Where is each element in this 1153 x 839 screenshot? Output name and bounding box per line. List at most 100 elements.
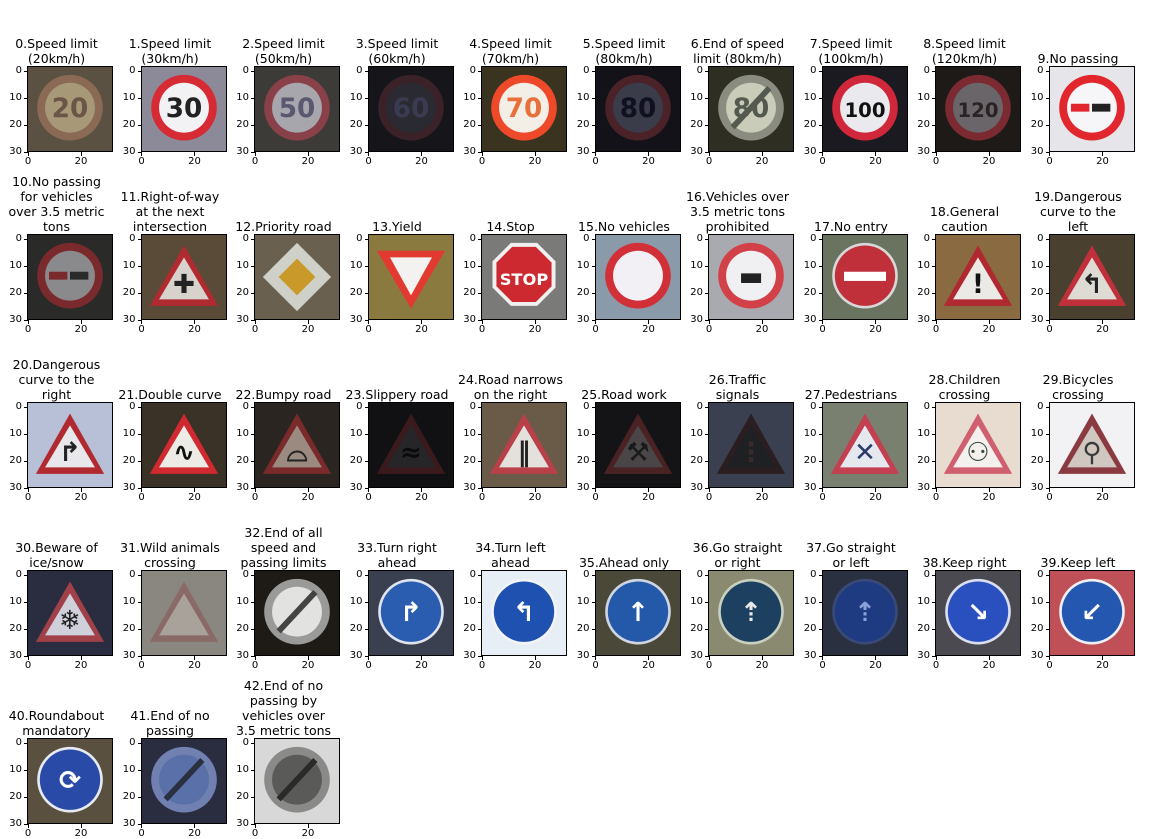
- svg-text:⇡: ⇡: [854, 598, 876, 628]
- panel-title: 2.Speed limit (50km/h): [242, 36, 325, 66]
- svg-text:!: !: [972, 270, 984, 300]
- sign-panel: 27.Pedestrians ✕ 0 10 20 30 0 20: [795, 336, 908, 503]
- y-tick-label: 30: [570, 147, 596, 157]
- panel-title: 4.Speed limit (70km/h): [469, 36, 552, 66]
- turn-right-ahead-sign-icon: ↱: [368, 571, 453, 655]
- x-tick-label: 0: [132, 656, 152, 671]
- x-tick-label: 20: [185, 152, 205, 167]
- y-tick-label: 10: [2, 597, 28, 607]
- y-tick-label: 10: [2, 93, 28, 103]
- x-tick-label: 0: [245, 152, 265, 167]
- y-tick-label: 10: [343, 93, 369, 103]
- x-tick-label: 20: [866, 488, 886, 503]
- no-passing-sign-icon: [1049, 67, 1134, 151]
- svg-text:▬: ▬: [739, 262, 764, 292]
- road-narrows-right-sign-icon: ‖: [482, 403, 566, 487]
- image-axes: ▬: [708, 234, 794, 320]
- y-tick-label: 30: [116, 483, 142, 493]
- sign-panel: 31.Wild animals crossing 0 10 20 30 0 20: [114, 504, 227, 671]
- y-tick-label: 0: [683, 402, 709, 412]
- x-tick-label: 0: [1040, 488, 1060, 503]
- y-tick-label: 20: [229, 288, 255, 298]
- y-tick-label: 0: [797, 402, 823, 412]
- x-tick-label: 0: [132, 152, 152, 167]
- y-tick-label: 20: [1024, 456, 1050, 466]
- image-axes: ↘: [935, 570, 1021, 656]
- y-tick-label: 30: [1024, 651, 1050, 661]
- x-tick-label: 20: [71, 152, 91, 167]
- x-tick-label: 20: [525, 320, 545, 335]
- svg-text:∿: ∿: [173, 438, 195, 468]
- y-tick-label: 0: [797, 570, 823, 580]
- end-speed-limit-80-sign-icon: 80: [709, 67, 793, 151]
- ahead-only-sign-icon: ↑: [595, 571, 680, 655]
- y-tick-label: 30: [229, 147, 255, 157]
- svg-text:↱: ↱: [59, 438, 81, 468]
- sign-panel: 35.Ahead only ↑ 0 10 20 30 0 20: [568, 504, 681, 671]
- sign-panel: 24.Road narrows on the right ‖ 0 10 20 30 0 20: [454, 336, 567, 503]
- straight-or-left-sign-icon: ⇡: [822, 571, 907, 655]
- x-tick-label: 0: [699, 320, 719, 335]
- sign-panel: 41.End of no passing 0 10 20 30 0 20: [114, 672, 227, 839]
- panel-title: 8.Speed limit (120km/h): [923, 36, 1006, 66]
- x-tick-label: 0: [472, 320, 492, 335]
- road-work-sign-icon: ⚒: [595, 403, 680, 487]
- svg-text:⚒: ⚒: [626, 438, 650, 468]
- y-tick-label: 10: [910, 93, 936, 103]
- y-tick-label: 20: [797, 120, 823, 130]
- x-tick-label: 20: [185, 656, 205, 671]
- svg-text:↱: ↱: [400, 598, 422, 628]
- y-tick-label: 30: [116, 147, 142, 157]
- y-tick-label: 20: [910, 288, 936, 298]
- sign-panel: 26.Traffic signals ⋮ 0 10 20 30 0 20: [681, 336, 794, 503]
- x-tick-label: 20: [979, 488, 999, 503]
- svg-text:↑: ↑: [627, 598, 649, 628]
- x-tick-label: 0: [813, 320, 833, 335]
- image-axes: [254, 738, 340, 824]
- x-tick-label: 20: [298, 152, 318, 167]
- y-tick-label: 0: [2, 738, 28, 748]
- x-tick-label: 20: [752, 488, 772, 503]
- children-crossing-sign-icon: ⚇: [936, 403, 1020, 487]
- y-tick-label: 30: [229, 651, 255, 661]
- svg-text:20: 20: [52, 94, 89, 124]
- image-axes: 80: [594, 66, 681, 152]
- panel-title: 18.General caution: [929, 204, 1000, 234]
- speed-limit-50-sign-icon: 50: [255, 67, 339, 151]
- x-tick-label: 20: [412, 488, 432, 503]
- x-tick-label: 20: [525, 488, 545, 503]
- y-tick-label: 30: [570, 651, 596, 661]
- image-axes: ↰: [1048, 234, 1135, 320]
- y-tick-label: 10: [229, 93, 255, 103]
- image-axes: ✚: [140, 234, 227, 320]
- y-tick-label: 0: [343, 234, 369, 244]
- image-axes: ⚲: [1048, 402, 1135, 488]
- y-tick-label: 30: [683, 483, 709, 493]
- bumpy-road-sign-icon: ⌓: [255, 403, 339, 487]
- y-tick-label: 10: [343, 261, 369, 271]
- svg-text:↘: ↘: [967, 598, 989, 628]
- image-axes: ↑: [594, 570, 681, 656]
- end-no-passing-sign-icon: [141, 739, 226, 823]
- svg-text:⌓: ⌓: [287, 438, 308, 468]
- panel-title: 10.No passing for vehicles over 3.5 metr…: [8, 174, 105, 234]
- y-tick-label: 0: [456, 234, 482, 244]
- image-axes: ⚇: [935, 402, 1021, 488]
- curve-right-sign-icon: ↱: [28, 403, 112, 487]
- y-tick-label: 0: [910, 66, 936, 76]
- x-tick-label: 0: [472, 488, 492, 503]
- y-tick-label: 30: [1024, 147, 1050, 157]
- y-tick-label: 0: [116, 402, 142, 412]
- x-tick-label: 0: [245, 320, 265, 335]
- curve-left-sign-icon: ↰: [1049, 235, 1134, 319]
- y-tick-label: 10: [797, 261, 823, 271]
- y-tick-label: 20: [456, 120, 482, 130]
- y-tick-label: 20: [229, 792, 255, 802]
- no-entry-sign-icon: [822, 235, 907, 319]
- x-tick-label: 0: [18, 320, 38, 335]
- y-tick-label: 0: [2, 402, 28, 412]
- x-tick-label: 0: [926, 488, 946, 503]
- svg-text:‖: ‖: [517, 438, 530, 468]
- y-tick-label: 20: [797, 456, 823, 466]
- panel-title: 17.No entry: [814, 219, 888, 234]
